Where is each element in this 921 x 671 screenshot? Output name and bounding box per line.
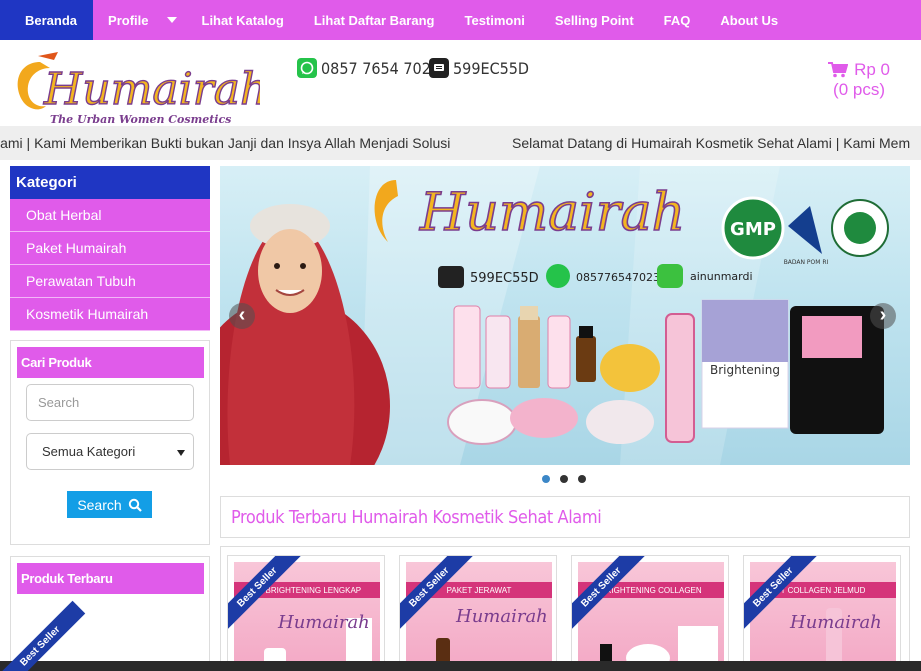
logo-name: Humairah <box>43 64 260 115</box>
slider-line: ainunmardi <box>690 270 753 283</box>
slider-bbm: 599EC55D <box>470 271 539 286</box>
search-panel: Cari Produk Search Semua Kategori Search <box>10 340 210 545</box>
slider-product-label: Brightening <box>710 363 780 377</box>
whatsapp-icon <box>297 58 317 78</box>
nav-selling-point[interactable]: Selling Point <box>540 0 649 40</box>
slider-brand: Humairah <box>419 183 685 243</box>
hero-slider[interactable]: Humairah GMP BADAN POM RI 599EC55D 08577… <box>220 166 910 465</box>
nav-daftar-barang-label: Lihat Daftar Barang <box>313 12 435 28</box>
bbm-icon <box>429 58 449 78</box>
product-card[interactable]: BRIGHTENING COLLAGEN Best Seller <box>571 555 729 671</box>
slider-dot-2[interactable] <box>560 475 568 483</box>
slider-pagination <box>542 475 586 483</box>
product-card[interactable]: PAKET JERAWAT Humairah Best Seller <box>399 555 557 671</box>
contact-phone[interactable]: 0857 7654 7023 <box>297 58 440 78</box>
site-logo[interactable]: Humairah The Urban Women Cosmetics <box>10 42 269 130</box>
page: Beranda Profile Lihat Katalog Lihat Daft… <box>0 0 921 671</box>
svg-text:Humairah: Humairah <box>789 612 882 633</box>
search-panel-title: Cari Produk <box>17 347 204 378</box>
nav-lihat-katalog[interactable]: Lihat Katalog <box>187 0 299 40</box>
products-heading: Produk Terbaru Humairah Kosmetik Sehat A… <box>231 506 602 528</box>
newest-products-panel: Produk Terbaru Best Seller <box>0 556 210 671</box>
nav-faq[interactable]: FAQ <box>649 0 706 40</box>
cart-count: (0 pcs) <box>833 80 886 99</box>
gmp-badge: GMP <box>730 219 776 240</box>
product-grid: C+ BRIGHTENING LENGKAP Humairah Best Sel… <box>220 546 910 671</box>
nav-profile[interactable]: Profile <box>93 0 186 40</box>
nav-about-us-label: About Us <box>720 12 779 28</box>
category-item-perawatan-tubuh[interactable]: Perawatan Tubuh <box>10 265 210 298</box>
slider-dot-3[interactable] <box>578 475 586 483</box>
chevron-down-icon <box>177 450 185 456</box>
bpom-label: BADAN POM RI <box>784 259 829 266</box>
nav-katalog-label: Lihat Katalog <box>201 12 284 28</box>
nav-faq-label: FAQ <box>663 12 691 28</box>
hero-slide-image: Humairah GMP BADAN POM RI 599EC55D 08577… <box>220 166 889 465</box>
products-heading-box: Produk Terbaru Humairah Kosmetik Sehat A… <box>220 496 910 538</box>
phone-number: 0857 7654 7023 <box>321 58 441 78</box>
top-navigation: Beranda Profile Lihat Katalog Lihat Daft… <box>0 0 921 40</box>
nav-beranda-label: Beranda <box>25 12 78 28</box>
search-button-label: Search <box>77 496 122 513</box>
nav-beranda[interactable]: Beranda <box>0 0 94 40</box>
svg-text:Humairah: Humairah <box>277 612 370 633</box>
contact-bbm[interactable]: 599EC55D <box>429 58 529 78</box>
nav-testimoni[interactable]: Testimoni <box>449 0 539 40</box>
newest-products-title: Produk Terbaru <box>17 563 204 594</box>
search-icon <box>128 498 142 512</box>
cart-total: Rp 0 <box>854 60 890 79</box>
category-select-value: Semua Kategori <box>42 444 136 459</box>
announcement-marquee: lami | Kami Memberikan Bukti bukan Janji… <box>0 126 921 160</box>
chevron-down-icon <box>166 17 177 23</box>
slider-wa: 085776547023 <box>576 271 660 284</box>
marquee-text-2: Selamat Datang di Humairah Kosmetik Seha… <box>512 135 911 151</box>
category-item-kosmetik-humairah[interactable]: Kosmetik Humairah <box>10 298 210 331</box>
product-card[interactable]: T COLLAGEN JELMUD Humairah Best Seller <box>743 555 901 671</box>
cart-summary[interactable]: Rp 0 (0 pcs) <box>828 60 890 100</box>
nav-about-us[interactable]: About Us <box>705 0 793 40</box>
category-panel: Kategori Obat Herbal Paket Humairah Pera… <box>10 166 210 331</box>
category-title: Kategori <box>10 166 210 199</box>
product-card[interactable]: C+ BRIGHTENING LENGKAP Humairah Best Sel… <box>227 555 385 671</box>
bbm-pin: 599EC55D <box>453 58 530 78</box>
cart-icon <box>828 62 849 78</box>
slider-next-button[interactable]: › <box>870 303 896 329</box>
nav-testimoni-label: Testimoni <box>464 12 525 28</box>
slider-dot-1[interactable] <box>542 475 550 483</box>
nav-selling-point-label: Selling Point <box>554 12 634 28</box>
marquee-text-1: lami | Kami Memberikan Bukti bukan Janji… <box>0 135 451 151</box>
nav-profile-label: Profile <box>108 12 149 28</box>
category-select[interactable]: Semua Kategori <box>26 433 194 470</box>
browser-bottom-bar <box>0 661 921 671</box>
logo-tagline: The Urban Women Cosmetics <box>50 113 231 126</box>
nav-lihat-daftar-barang[interactable]: Lihat Daftar Barang <box>299 0 450 40</box>
svg-text:Humairah: Humairah <box>455 606 548 627</box>
search-button[interactable]: Search <box>67 491 152 518</box>
slider-prev-button[interactable]: ‹ <box>229 303 255 329</box>
category-item-paket-humairah[interactable]: Paket Humairah <box>10 232 210 265</box>
category-item-obat-herbal[interactable]: Obat Herbal <box>10 199 210 232</box>
search-input[interactable]: Search <box>26 384 194 421</box>
logo-graphic: Humairah The Urban Women Cosmetics <box>17 52 269 126</box>
